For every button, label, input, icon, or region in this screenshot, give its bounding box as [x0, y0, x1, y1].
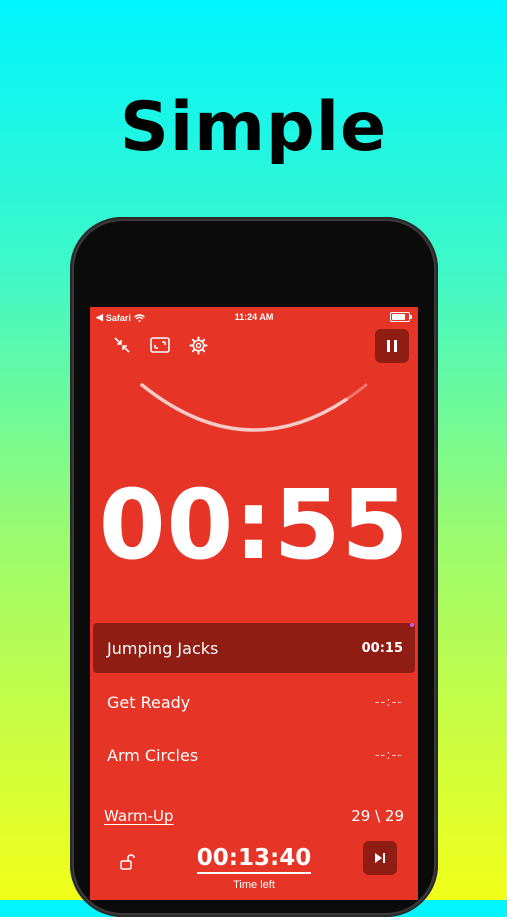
exercise-name: Arm Circles: [107, 745, 199, 765]
progress-arc-fill: [140, 383, 368, 432]
exercise-time: --:--: [374, 747, 403, 763]
pause-button[interactable]: [375, 329, 409, 363]
indicator-dot: [410, 623, 414, 627]
section-count: 29 \ 29: [351, 807, 404, 825]
exercise-time: --:--: [374, 694, 403, 710]
skip-button[interactable]: [363, 841, 397, 875]
main-timer: 00:55: [98, 469, 410, 581]
pause-icon: [387, 340, 397, 352]
exercise-row-active[interactable]: Jumping Jacks 00:15: [93, 623, 415, 673]
app-screen: ◀ Safari 11:24 AM 00:55 Jumping Jacks 00…: [90, 307, 418, 900]
skip-forward-icon: [375, 853, 385, 863]
gear-icon[interactable]: [188, 335, 208, 355]
status-bar: ◀ Safari 11:24 AM: [90, 310, 418, 326]
total-time-label: Time left: [233, 879, 275, 891]
total-time-value: 00:13:40: [196, 845, 312, 874]
progress-arc: [140, 383, 368, 432]
bottom-bar: 00:13:40 Time left: [90, 840, 418, 900]
collapse-arrows-icon[interactable]: [112, 335, 132, 355]
exercise-name: Jumping Jacks: [107, 638, 219, 658]
exercise-row[interactable]: Get Ready --:--: [93, 677, 415, 727]
toolbar: [112, 335, 208, 355]
headline: Simple: [119, 88, 388, 167]
section-row: Warm-Up 29 \ 29: [104, 807, 404, 825]
exercise-name: Get Ready: [107, 692, 191, 712]
fullscreen-icon[interactable]: [150, 335, 170, 355]
section-link[interactable]: Warm-Up: [104, 807, 174, 825]
status-time: 11:24 AM: [234, 312, 274, 322]
exercise-time: 00:15: [361, 640, 403, 656]
battery-icon: [390, 312, 412, 322]
exercise-row[interactable]: Arm Circles --:--: [93, 730, 415, 780]
